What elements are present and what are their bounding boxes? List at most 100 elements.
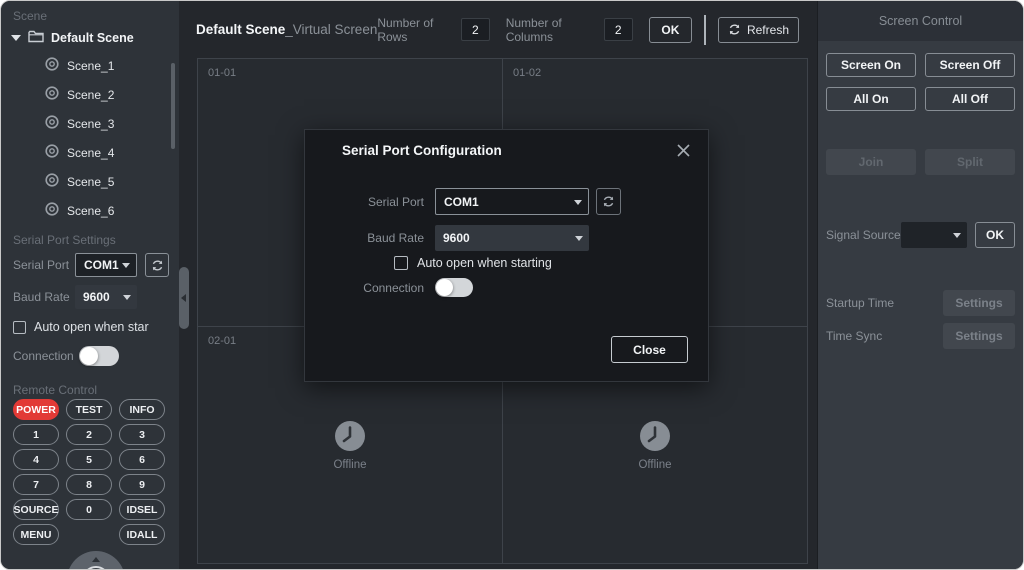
scene-scrollbar[interactable]: [171, 63, 175, 149]
refresh-icon: [602, 195, 615, 208]
remote-key-3[interactable]: 3: [119, 424, 165, 445]
auto-open-label: Auto open when star: [34, 320, 149, 334]
refresh-button-label: Refresh: [747, 23, 789, 37]
all-on-button[interactable]: All On: [826, 87, 916, 111]
baud-rate-select[interactable]: 9600: [75, 285, 137, 309]
virtual-screen-title: Default Scene_Virtual Screen: [196, 22, 377, 37]
serial-port-value: COM1: [444, 195, 479, 209]
chevron-down-icon: [575, 236, 583, 241]
dialog-title: Serial Port Configuration: [342, 143, 502, 158]
signal-source-row: Signal Source OK: [826, 222, 1015, 248]
dialog-auto-open-checkbox[interactable]: [394, 256, 408, 270]
serial-refresh-button[interactable]: [145, 253, 169, 277]
scene-icon: [45, 173, 59, 190]
remote-key-9[interactable]: 9: [119, 474, 165, 495]
header-divider: [704, 15, 706, 45]
split-button[interactable]: Split: [925, 149, 1015, 175]
scene-item-label: Scene_1: [67, 59, 114, 73]
offline-clock-icon: [638, 419, 672, 453]
cell-id-label: 01-02: [513, 67, 541, 79]
scene-item-4[interactable]: Scene_4: [1, 138, 179, 167]
scene-item-label: Scene_2: [67, 88, 114, 102]
scene-item-label: Scene_3: [67, 117, 114, 131]
offline-label: Offline: [333, 459, 366, 471]
scene-item-1[interactable]: Scene_1: [1, 51, 179, 80]
dpad-up-button[interactable]: [92, 557, 100, 562]
remote-key-idall[interactable]: IDALL: [119, 524, 165, 545]
remote-key-source[interactable]: SOURCE: [13, 499, 59, 520]
title-suffix: _Virtual Screen: [285, 22, 377, 37]
baud-rate-value: 9600: [443, 231, 470, 245]
offline-label: Offline: [638, 459, 671, 471]
serial-port-select[interactable]: COM1: [75, 253, 137, 277]
grid-ok-button[interactable]: OK: [649, 17, 693, 43]
scene-item-5[interactable]: Scene_5: [1, 167, 179, 196]
chevron-down-icon: [123, 295, 131, 300]
remote-key-info[interactable]: INFO: [119, 399, 165, 420]
remote-key-7[interactable]: 7: [13, 474, 59, 495]
scene-icon: [45, 144, 59, 161]
scene-section-header: Scene: [1, 1, 179, 25]
tree-expand-icon[interactable]: [11, 35, 21, 41]
signal-source-select[interactable]: [901, 222, 967, 248]
main-header: Default Scene_Virtual Screen Number of R…: [179, 1, 817, 58]
columns-input[interactable]: 2: [604, 18, 633, 41]
remote-key-idsel[interactable]: IDSEL: [119, 499, 165, 520]
auto-open-checkbox[interactable]: [13, 321, 26, 334]
scene-item-6[interactable]: Scene_6: [1, 196, 179, 225]
remote-key-5[interactable]: 5: [66, 449, 112, 470]
remote-control-header: Remote Control: [1, 371, 179, 395]
remote-key-1[interactable]: 1: [13, 424, 59, 445]
connection-label: Connection: [13, 349, 79, 363]
scene-icon: [45, 202, 59, 219]
dialog-serial-port-select[interactable]: COM1: [435, 188, 589, 215]
connection-label: Connection: [305, 281, 435, 295]
dpad-ok-button[interactable]: OK: [82, 566, 110, 570]
sidebar-serial-port-row: Serial Port COM1: [1, 249, 179, 281]
tree-root-default-scene[interactable]: Default Scene: [1, 25, 179, 51]
sidebar-auto-open-row: Auto open when star: [1, 313, 179, 341]
scene-item-3[interactable]: Scene_3: [1, 109, 179, 138]
dialog-refresh-button[interactable]: [596, 188, 621, 215]
serial-port-label: Serial Port: [305, 195, 435, 209]
remote-key-test[interactable]: TEST: [66, 399, 112, 420]
grid-config-group: Number of Rows 2 Number of Columns 2 OK …: [377, 15, 799, 45]
offline-clock-icon: [333, 419, 367, 453]
remote-key-0[interactable]: 0: [66, 499, 112, 520]
connection-toggle[interactable]: [79, 346, 119, 366]
dialog-connection-toggle[interactable]: [435, 278, 473, 297]
close-icon[interactable]: [674, 141, 692, 159]
startup-time-settings-button[interactable]: Settings: [943, 290, 1015, 316]
remote-key-power[interactable]: POWER: [13, 399, 59, 420]
dialog-close-button[interactable]: Close: [611, 336, 688, 363]
remote-key-4[interactable]: 4: [13, 449, 59, 470]
remote-key-2[interactable]: 2: [66, 424, 112, 445]
dialog-baud-rate-select[interactable]: 9600: [435, 225, 589, 251]
serial-port-label: Serial Port: [13, 258, 75, 272]
dialog-baud-rate-row: Baud Rate 9600: [305, 225, 708, 251]
remote-key-6[interactable]: 6: [119, 449, 165, 470]
scene-item-label: Scene_4: [67, 146, 114, 160]
scene-icon: [45, 57, 59, 74]
remote-key-8[interactable]: 8: [66, 474, 112, 495]
offline-status: Offline: [638, 419, 672, 471]
remote-key-menu[interactable]: MENU: [13, 524, 59, 545]
screen-on-button[interactable]: Screen On: [826, 53, 916, 77]
refresh-button[interactable]: Refresh: [718, 17, 799, 43]
chevron-down-icon: [574, 200, 582, 205]
time-sync-settings-button[interactable]: Settings: [943, 323, 1015, 349]
serial-port-value: COM1: [84, 258, 119, 272]
scene-item-2[interactable]: Scene_2: [1, 80, 179, 109]
signal-source-ok-button[interactable]: OK: [975, 222, 1015, 248]
tree-root-label: Default Scene: [51, 31, 134, 45]
rows-input[interactable]: 2: [461, 18, 490, 41]
all-off-button[interactable]: All Off: [925, 87, 1015, 111]
auto-open-label: Auto open when starting: [417, 256, 552, 270]
sidebar-collapse-handle[interactable]: [179, 267, 189, 329]
join-button[interactable]: Join: [826, 149, 916, 175]
screen-control-body: Screen On Screen Off All On All Off Join…: [818, 41, 1023, 349]
baud-rate-label: Baud Rate: [13, 290, 75, 304]
signal-source-label: Signal Source: [826, 228, 901, 242]
screen-off-button[interactable]: Screen Off: [925, 53, 1015, 77]
dialog-serial-port-row: Serial Port COM1: [305, 188, 708, 215]
